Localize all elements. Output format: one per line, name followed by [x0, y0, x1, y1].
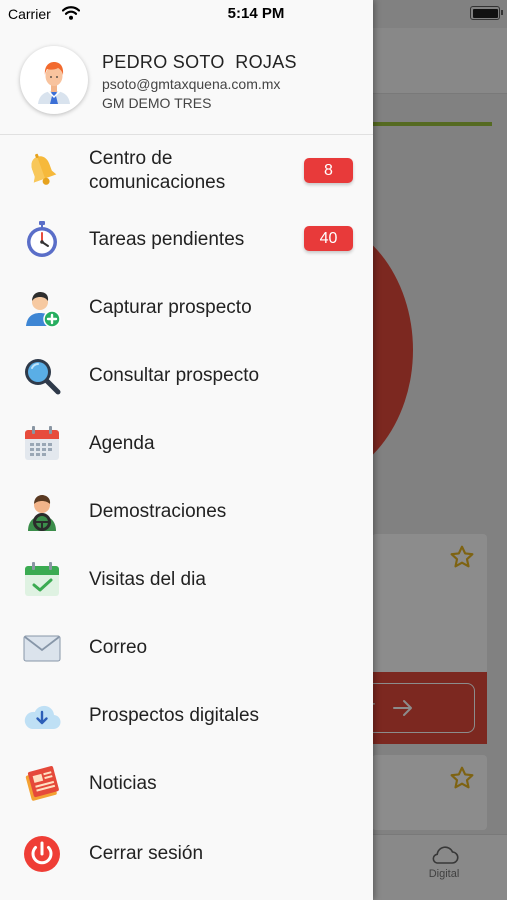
- menu-item-tareas-pendientes[interactable]: Tareas pendientes 40: [0, 206, 373, 274]
- add-user-icon: [26, 292, 61, 328]
- calendar-check-icon: [25, 562, 59, 596]
- menu-item-prospectos-digitales[interactable]: Prospectos digitales: [0, 682, 373, 750]
- menu-item-capturar-prospecto[interactable]: Capturar prospecto: [0, 274, 373, 342]
- battery-icon: [470, 6, 503, 20]
- notification-badge: 8: [304, 158, 353, 183]
- menu-item-label: Demostraciones: [89, 501, 227, 522]
- navigation-drawer: PEDRO SOTO ROJAS psoto@gmtaxquena.com.mx…: [0, 0, 373, 900]
- user-email: psoto@gmtaxquena.com.mx: [102, 76, 281, 92]
- menu-item-demostraciones[interactable]: Demostraciones: [0, 478, 373, 546]
- menu-item-label: Prospectos digitales: [89, 705, 260, 726]
- avatar: [20, 46, 88, 114]
- cloud-download-icon: [24, 705, 61, 730]
- user-company: GM DEMO TRES: [102, 95, 212, 111]
- menu-item-noticias[interactable]: Noticias: [0, 750, 373, 818]
- status-time: 5:14 PM: [227, 5, 285, 22]
- calendar-icon: [25, 426, 59, 460]
- menu-item-label: Visitas del dia: [89, 569, 206, 590]
- driver-icon: [28, 495, 56, 531]
- menu-item-label: Agenda: [89, 433, 155, 454]
- magnifier-icon: [25, 359, 61, 395]
- menu-item-label: Consultar prospecto: [89, 365, 260, 386]
- newspaper-icon: [25, 766, 59, 801]
- menu-item-label: Correo: [89, 637, 148, 658]
- envelope-icon: [23, 635, 61, 662]
- menu-item-agenda[interactable]: Agenda: [0, 410, 373, 478]
- stopwatch-icon: [27, 221, 57, 257]
- menu-item-cerrar-sesion[interactable]: Cerrar sesión: [0, 818, 373, 886]
- task-count-badge: 40: [304, 226, 353, 251]
- menu-item-correo[interactable]: Correo: [0, 614, 373, 682]
- menu-item-centro-comunicaciones[interactable]: Centro de comunicaciones 8: [0, 136, 373, 206]
- menu-item-label: Cerrar sesión: [89, 843, 204, 864]
- user-profile-header[interactable]: PEDRO SOTO ROJAS psoto@gmtaxquena.com.mx…: [0, 28, 373, 135]
- user-name: PEDRO SOTO ROJAS: [102, 52, 297, 72]
- menu-item-label: Centro de comunicaciones: [89, 148, 226, 193]
- user-avatar-icon: [38, 62, 70, 104]
- menu-item-label: Capturar prospecto: [89, 297, 252, 318]
- power-icon: [24, 836, 60, 872]
- status-bar: Carrier 5:14 PM: [0, 0, 507, 28]
- bell-icon: [31, 153, 57, 185]
- menu-item-consultar-prospecto[interactable]: Consultar prospecto: [0, 342, 373, 410]
- menu-item-visitas-del-dia[interactable]: Visitas del dia: [0, 546, 373, 614]
- menu-item-label: Tareas pendientes: [89, 229, 245, 250]
- menu-item-label: Noticias: [89, 773, 157, 794]
